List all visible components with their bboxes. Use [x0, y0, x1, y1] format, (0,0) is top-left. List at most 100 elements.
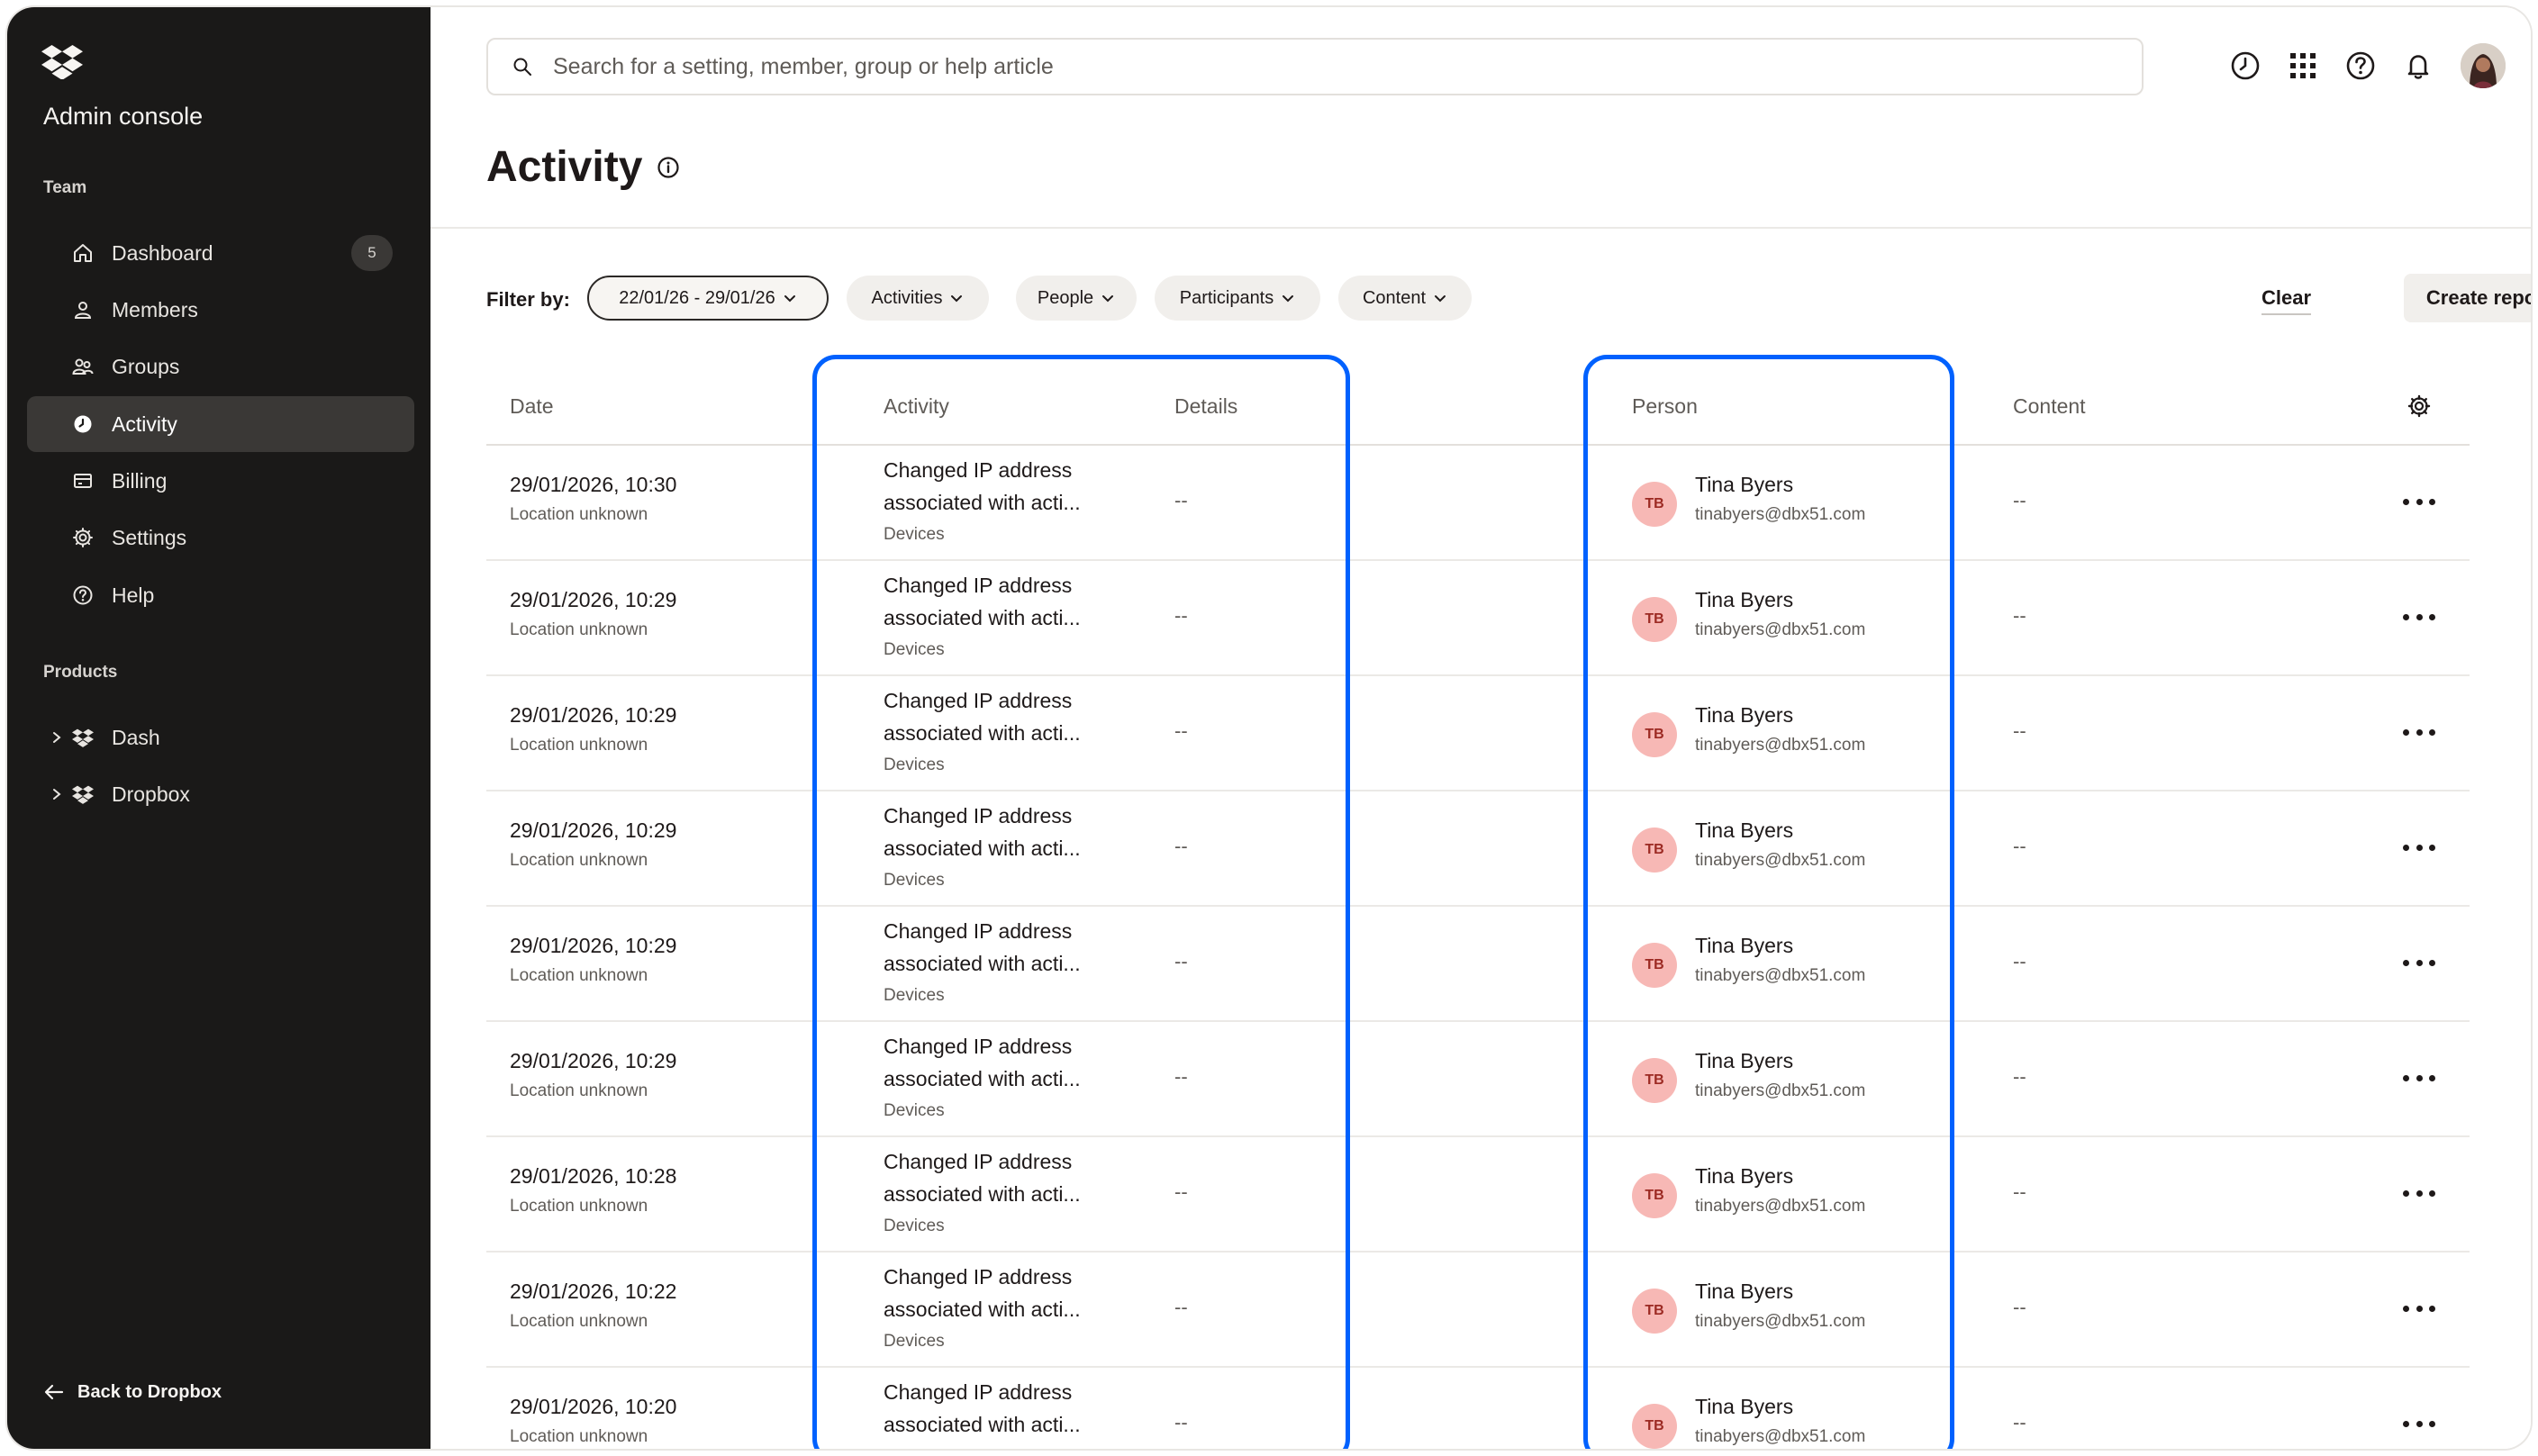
- row-location: Location unknown: [510, 851, 648, 870]
- row-activity-line1: Changed IP address: [884, 574, 1073, 597]
- person-avatar: TB: [1632, 1404, 1677, 1449]
- more-actions-icon[interactable]: [2403, 721, 2435, 743]
- row-person-email: tinabyers@dbx51.com: [1695, 620, 1866, 639]
- row-content: --: [2013, 1296, 2026, 1318]
- bell-icon[interactable]: [2403, 50, 2434, 81]
- row-details: --: [1174, 719, 1188, 742]
- row-activity-line2: associated with acti...: [884, 1413, 1081, 1436]
- user-avatar[interactable]: [2461, 43, 2506, 88]
- table-row[interactable]: 29/01/2026, 10:22 Location unknown Changed…: [486, 1253, 2470, 1368]
- sidebar-item-label: Groups: [112, 354, 180, 378]
- help-icon[interactable]: [2345, 50, 2376, 81]
- table-row[interactable]: 29/01/2026, 10:30 Location unknown Changed…: [486, 446, 2470, 561]
- row-person-name[interactable]: Tina Byers: [1695, 1395, 1793, 1419]
- home-icon: [72, 242, 94, 264]
- chevron-right-icon[interactable]: [49, 786, 65, 802]
- row-activity-line2: associated with acti...: [884, 952, 1081, 975]
- person-avatar: TB: [1632, 1289, 1677, 1334]
- table-row[interactable]: 29/01/2026, 10:29 Location unknown Changed…: [486, 791, 2470, 907]
- date-range-filter[interactable]: 22/01/26 - 29/01/26: [587, 276, 829, 321]
- sidebar-item-members[interactable]: Members: [27, 282, 414, 338]
- back-to-dropbox-link[interactable]: Back to Dropbox: [43, 1381, 222, 1403]
- header-divider: [431, 227, 2531, 229]
- sidebar-item-settings[interactable]: Settings: [27, 510, 414, 565]
- activity-icon: [72, 413, 94, 435]
- table-row[interactable]: 29/01/2026, 10:29 Location unknown Changed…: [486, 907, 2470, 1022]
- row-person-name[interactable]: Tina Byers: [1695, 818, 1793, 843]
- row-date: 29/01/2026, 10:30: [510, 473, 677, 496]
- more-actions-icon[interactable]: [2403, 1413, 2435, 1434]
- dashboard-count-badge: 5: [351, 235, 393, 271]
- sidebar-item-groups[interactable]: Groups: [27, 339, 414, 394]
- row-person-email: tinabyers@dbx51.com: [1695, 966, 1866, 985]
- participants-filter[interactable]: Participants: [1155, 276, 1320, 321]
- row-person-name[interactable]: Tina Byers: [1695, 1049, 1793, 1073]
- row-location: Location unknown: [510, 1312, 648, 1331]
- table-row[interactable]: 29/01/2026, 10:20 Location unknown Changed…: [486, 1368, 2470, 1449]
- groups-icon: [72, 356, 94, 377]
- column-header-person[interactable]: Person: [1632, 394, 1698, 419]
- sidebar-item-activity[interactable]: Activity: [27, 396, 414, 452]
- table-row[interactable]: 29/01/2026, 10:29 Location unknown Changed…: [486, 1022, 2470, 1137]
- more-actions-icon[interactable]: [2403, 1067, 2435, 1089]
- row-person-email: tinabyers@dbx51.com: [1695, 736, 1866, 755]
- create-report-button[interactable]: Create report: [2404, 274, 2531, 322]
- dropbox-logo-icon[interactable]: [41, 43, 83, 79]
- row-activity-category: Devices: [884, 640, 945, 659]
- sidebar-item-dashboard[interactable]: Dashboard 5: [27, 225, 414, 281]
- clear-filters-button[interactable]: Clear: [2262, 286, 2312, 315]
- table-row[interactable]: 29/01/2026, 10:29 Location unknown Changed…: [486, 676, 2470, 791]
- filter-bar: Filter by: 22/01/26 - 29/01/26 Activitie…: [486, 274, 2531, 324]
- arrow-left-icon: [44, 1384, 64, 1400]
- column-header-date[interactable]: Date: [510, 394, 554, 419]
- sidebar-item-label: Activity: [112, 411, 177, 436]
- row-details: --: [1174, 950, 1188, 972]
- row-details: --: [1174, 604, 1188, 627]
- row-person-name[interactable]: Tina Byers: [1695, 703, 1793, 728]
- row-location: Location unknown: [510, 1081, 648, 1100]
- row-person-name[interactable]: Tina Byers: [1695, 934, 1793, 958]
- more-actions-icon[interactable]: [2403, 491, 2435, 512]
- person-avatar: TB: [1632, 1173, 1677, 1218]
- row-person-name[interactable]: Tina Byers: [1695, 473, 1793, 497]
- row-activity-line1: Changed IP address: [884, 804, 1073, 827]
- apps-grid-icon[interactable]: [2288, 50, 2318, 81]
- table-row[interactable]: 29/01/2026, 10:29 Location unknown Changed…: [486, 561, 2470, 676]
- more-actions-icon[interactable]: [2403, 837, 2435, 858]
- row-date: 29/01/2026, 10:29: [510, 1049, 677, 1072]
- sidebar-product-dropbox[interactable]: Dropbox: [27, 766, 414, 822]
- table-row[interactable]: 29/01/2026, 10:28 Location unknown Changed…: [486, 1137, 2470, 1253]
- search-bar[interactable]: [486, 38, 2144, 95]
- column-header-content[interactable]: Content: [2013, 394, 2086, 419]
- more-actions-icon[interactable]: [2403, 952, 2435, 973]
- more-actions-icon[interactable]: [2403, 1182, 2435, 1204]
- row-activity-category: Devices: [884, 986, 945, 1005]
- row-person-name[interactable]: Tina Byers: [1695, 1164, 1793, 1189]
- row-person-email: tinabyers@dbx51.com: [1695, 1197, 1866, 1216]
- row-content: --: [2013, 1411, 2026, 1433]
- chevron-down-icon: [1283, 295, 1294, 303]
- more-actions-icon[interactable]: [2403, 606, 2435, 628]
- chevron-right-icon[interactable]: [49, 729, 65, 746]
- person-avatar: TB: [1632, 482, 1677, 527]
- column-header-activity[interactable]: Activity: [884, 394, 949, 419]
- info-icon[interactable]: [657, 156, 680, 179]
- row-content: --: [2013, 835, 2026, 857]
- row-person-name[interactable]: Tina Byers: [1695, 1280, 1793, 1304]
- row-person-email: tinabyers@dbx51.com: [1695, 1081, 1866, 1100]
- main-content: Activity Filter by: 22/01/26 - 29/01/26 …: [431, 7, 2531, 1449]
- person-avatar: TB: [1632, 712, 1677, 757]
- column-header-details[interactable]: Details: [1174, 394, 1237, 419]
- filter-label: Filter by:: [486, 288, 570, 311]
- activities-filter[interactable]: Activities: [847, 276, 989, 321]
- search-input[interactable]: [551, 52, 2086, 81]
- sidebar-item-billing[interactable]: Billing: [27, 453, 414, 509]
- clock-icon[interactable]: [2230, 50, 2261, 81]
- column-settings-gear-icon[interactable]: [2407, 394, 2431, 418]
- content-filter[interactable]: Content: [1338, 276, 1472, 321]
- row-person-name[interactable]: Tina Byers: [1695, 588, 1793, 612]
- people-filter[interactable]: People: [1016, 276, 1137, 321]
- more-actions-icon[interactable]: [2403, 1298, 2435, 1319]
- sidebar-product-dash[interactable]: Dash: [27, 710, 414, 765]
- sidebar-item-help[interactable]: Help: [27, 567, 414, 623]
